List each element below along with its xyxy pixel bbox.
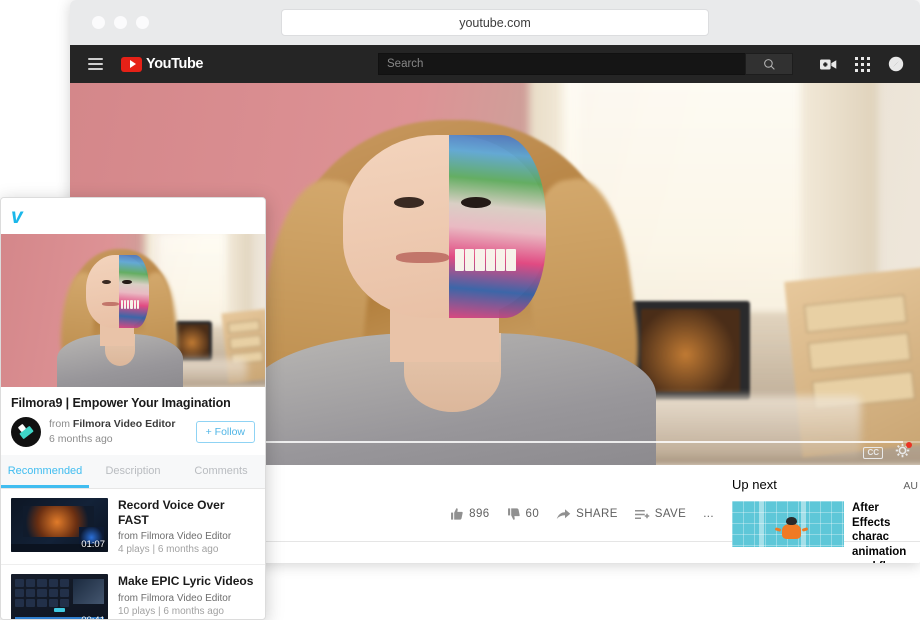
from-label: from	[49, 418, 70, 430]
close-window-button[interactable]	[92, 16, 105, 29]
vimeo-video-meta: Filmora9 | Empower Your Imagination from…	[1, 387, 265, 455]
video-thumbnail: 01:07	[11, 498, 108, 553]
up-next-character-graphic	[774, 516, 808, 542]
tab-comments[interactable]: Comments	[177, 455, 265, 488]
channel-avatar[interactable]	[11, 417, 41, 448]
thumbs-down-icon	[507, 508, 520, 520]
share-icon	[556, 508, 571, 519]
like-button[interactable]: 896	[450, 507, 489, 521]
search-button[interactable]	[745, 53, 793, 75]
video-duration: 01:07	[81, 539, 105, 551]
up-next-title: Up next	[732, 477, 777, 492]
search-input[interactable]	[378, 53, 745, 75]
search-icon	[763, 58, 775, 70]
vimeo-panel: v Filmora9 | Empower Your Imagination fr…	[0, 197, 266, 620]
video-stats: 10 plays | 6 months ago	[118, 605, 224, 617]
list-item[interactable]: 01:07 Record Voice Over FAST from Filmor…	[1, 489, 265, 566]
address-bar[interactable]: youtube.com	[281, 9, 709, 36]
video-thumbnail: 00:41	[11, 574, 108, 619]
share-button[interactable]: SHARE	[556, 508, 618, 521]
video-duration: 00:41	[81, 615, 105, 619]
channel-name: Filmora Video Editor	[140, 531, 232, 543]
thumbs-up-icon	[451, 508, 463, 520]
from-label: from	[118, 592, 138, 604]
from-label: from	[118, 531, 138, 543]
dislike-button[interactable]: 60	[507, 507, 540, 521]
up-next-item[interactable]: After Effects charac animation workflow	[732, 501, 920, 563]
save-label: SAVE	[654, 508, 687, 520]
address-bar-url: youtube.com	[459, 15, 531, 30]
header-actions	[820, 56, 904, 72]
list-item-info: Make EPIC Lyric Videos from Filmora Vide…	[118, 574, 254, 619]
video-subject	[249, 98, 656, 465]
upload-date: 6 months ago	[49, 433, 113, 446]
video-channel: from Filmora Video Editor	[118, 593, 253, 604]
maximize-window-button[interactable]	[136, 16, 149, 29]
youtube-logo-text: YouTube	[146, 56, 204, 72]
list-item-info: Record Voice Over FAST from Filmora Vide…	[118, 498, 255, 555]
upload-video-icon[interactable]	[820, 58, 837, 71]
browser-chrome-bar: youtube.com	[70, 0, 920, 45]
video-channel: from Filmora Video Editor	[118, 531, 255, 542]
hamburger-menu-icon[interactable]	[88, 58, 103, 70]
youtube-logo[interactable]: YouTube	[121, 56, 203, 72]
tab-description[interactable]: Description	[89, 455, 177, 488]
up-next-header: Up next AU	[732, 477, 920, 492]
messages-icon[interactable]	[888, 56, 904, 72]
vimeo-video-title: Filmora9 | Empower Your Imagination	[11, 396, 231, 410]
youtube-header: YouTube	[70, 45, 920, 83]
list-item[interactable]: 00:41 Make EPIC Lyric Videos from Filmor…	[1, 565, 265, 619]
channel-name[interactable]: Filmora Video Editor	[73, 418, 176, 430]
video-stats: 4 plays | 6 months ago	[118, 544, 219, 556]
video-title: Record Voice Over FAST	[118, 498, 225, 527]
like-count: 896	[469, 508, 490, 520]
video-title: Make EPIC Lyric Videos	[118, 574, 254, 589]
autoplay-label[interactable]: AU	[903, 480, 918, 492]
minimize-window-button[interactable]	[114, 16, 127, 29]
settings-notification-badge	[906, 442, 912, 448]
vimeo-tabs: Recommended Description Comments	[1, 455, 265, 490]
up-next-item-title: After Effects charac animation workflow	[852, 502, 907, 563]
up-next-thumbnail	[732, 501, 844, 547]
recommended-video-list: 01:07 Record Voice Over FAST from Filmor…	[1, 489, 265, 619]
save-playlist-icon	[634, 509, 650, 519]
follow-button[interactable]: + Follow	[195, 421, 255, 444]
vimeo-video-thumbnail[interactable]	[1, 234, 265, 387]
share-label: SHARE	[576, 508, 618, 520]
gear-icon[interactable]	[895, 442, 912, 463]
window-controls[interactable]	[92, 16, 149, 29]
more-actions-button[interactable]: ...	[703, 508, 714, 520]
tab-recommended[interactable]: Recommended	[1, 455, 89, 489]
follow-label: Follow	[214, 426, 245, 439]
vimeo-panel-header: v	[1, 198, 265, 234]
youtube-play-icon	[121, 56, 142, 72]
follow-plus-icon: +	[205, 426, 212, 439]
vimeo-channel-info: from Filmora Video Editor 6 months ago	[49, 417, 188, 447]
player-controls: CC	[863, 442, 912, 463]
up-next-panel: Up next AU After Effects charac animatio…	[720, 465, 920, 563]
apps-grid-icon[interactable]	[855, 56, 870, 72]
search-bar	[378, 53, 793, 75]
dislike-count: 60	[525, 508, 540, 520]
closed-captions-icon[interactable]: CC	[863, 447, 883, 459]
save-button[interactable]: SAVE	[634, 508, 687, 521]
vimeo-logo-icon[interactable]: v	[11, 206, 23, 227]
channel-name: Filmora Video Editor	[140, 592, 232, 604]
vimeo-channel-row: from Filmora Video Editor 6 months ago +…	[11, 417, 255, 448]
video-action-bar: 896 60 SHARE SAVE ...	[450, 507, 714, 521]
screenshot-stage: youtube.com YouTube Search CC 896 60 SHA…	[0, 0, 920, 620]
